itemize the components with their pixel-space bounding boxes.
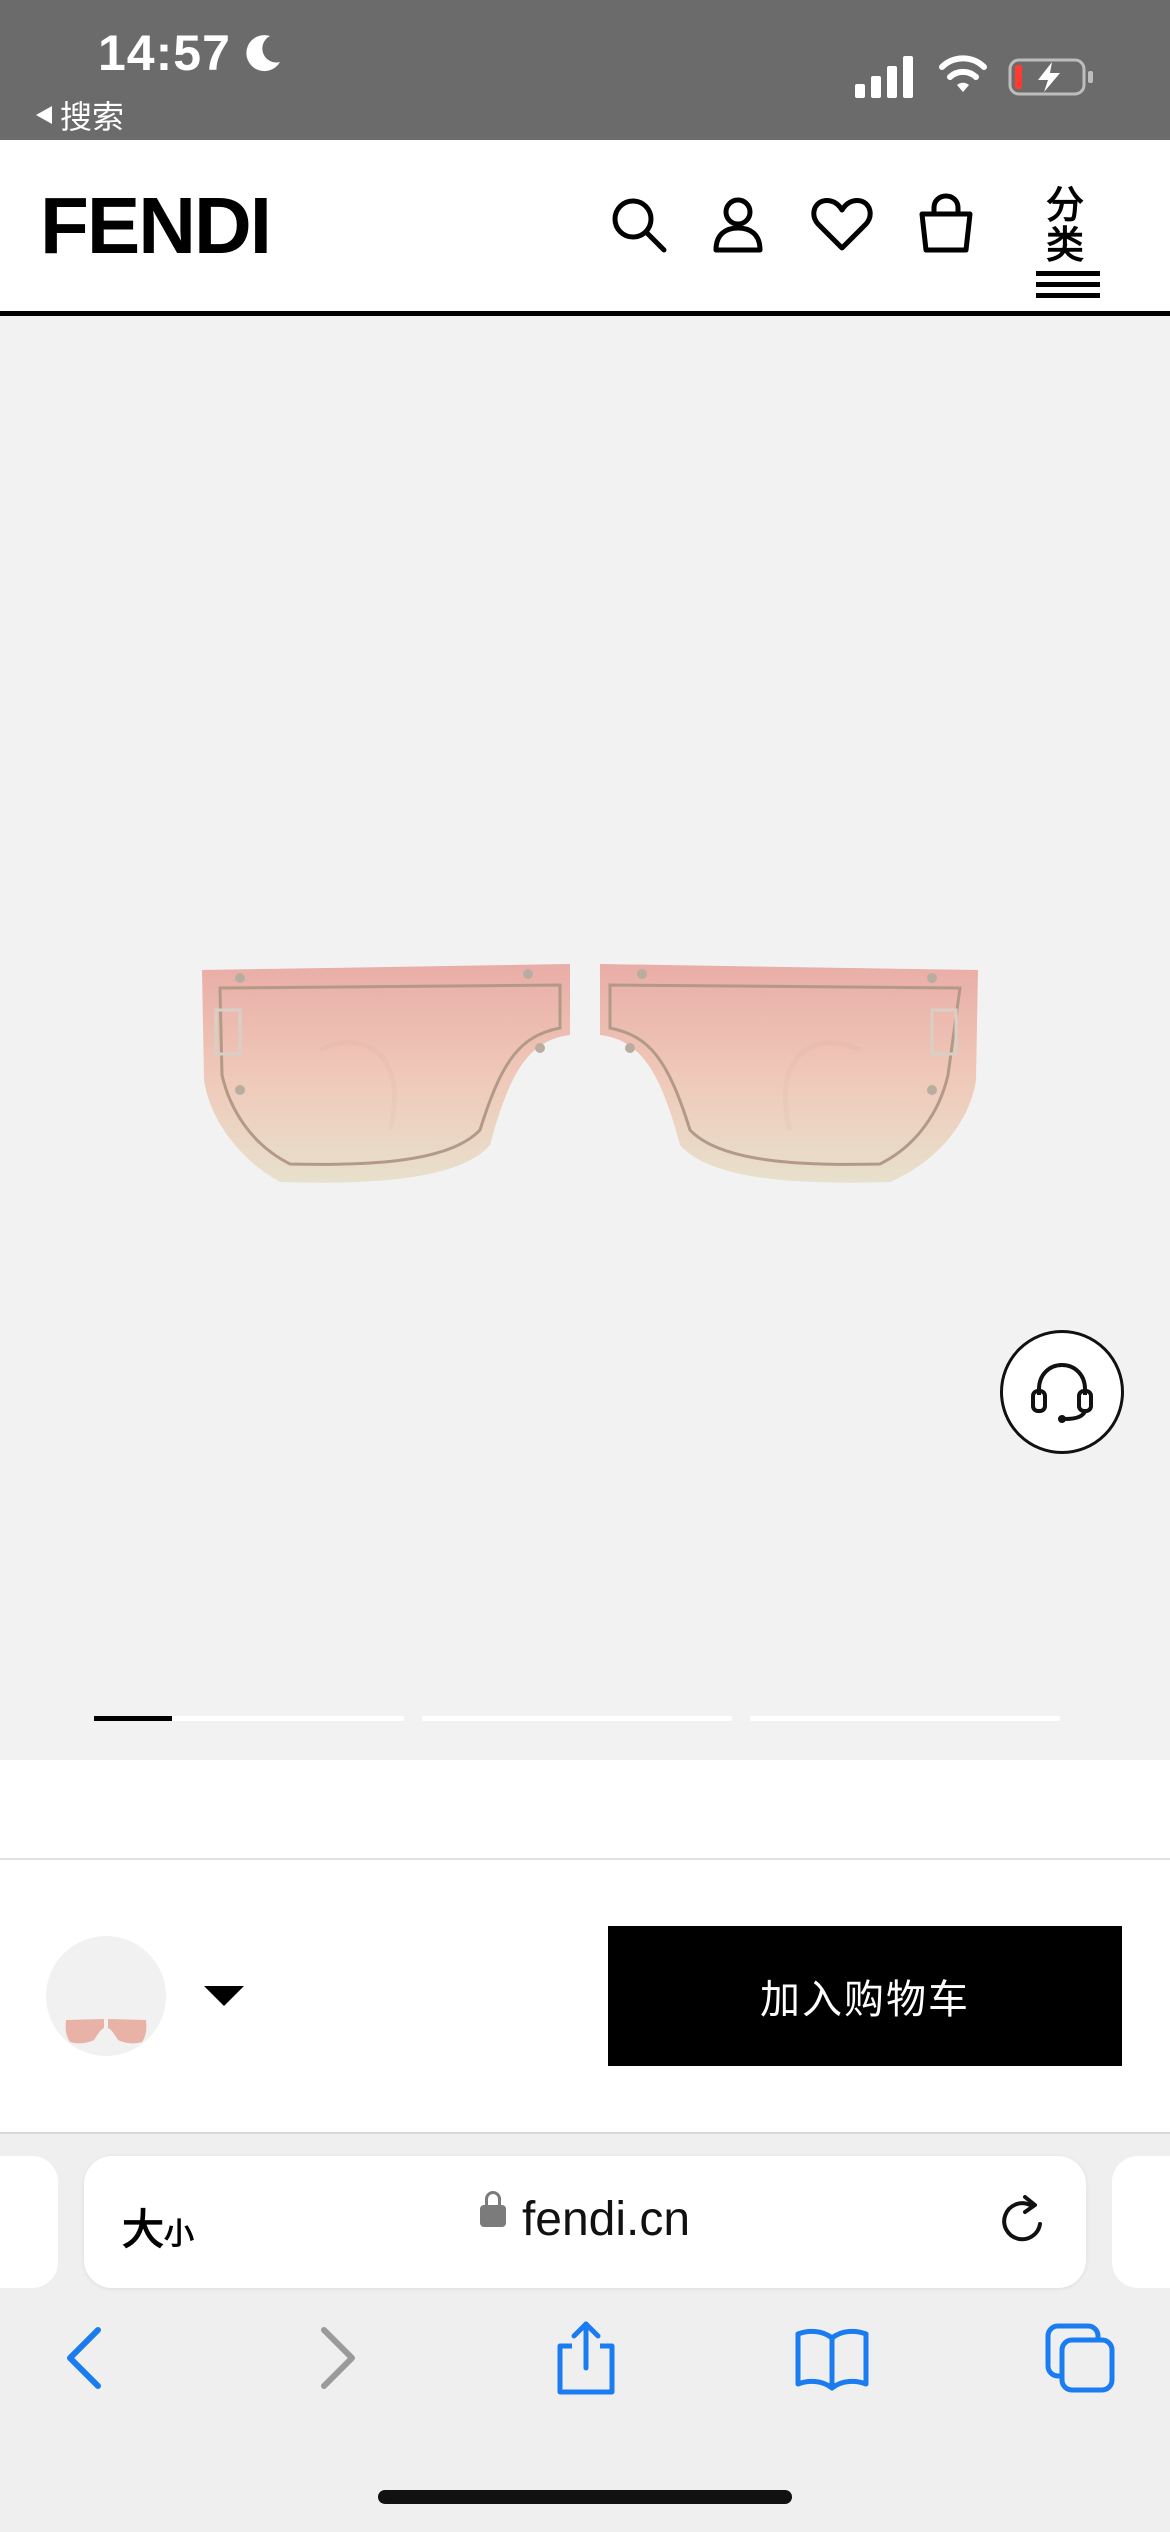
- share-icon[interactable]: [546, 2318, 626, 2398]
- heart-icon[interactable]: [810, 192, 874, 256]
- headset-icon: [1031, 1362, 1093, 1423]
- forward-icon[interactable]: [296, 2318, 376, 2398]
- back-to-search[interactable]: 搜索: [36, 92, 124, 138]
- bag-icon[interactable]: [914, 192, 978, 256]
- reload-icon[interactable]: [992, 2190, 1054, 2252]
- next-tab-preview[interactable]: [1112, 2156, 1170, 2288]
- add-to-cart-button[interactable]: 加入购物车: [608, 1926, 1122, 2066]
- carousel-indicator-1[interactable]: [94, 1716, 404, 1721]
- moon-icon: [246, 35, 280, 72]
- variant-sunglasses-image: [65, 2019, 147, 2044]
- carousel-indicator-2[interactable]: [422, 1716, 732, 1721]
- url-field[interactable]: fendi.cn: [84, 2191, 1086, 2247]
- back-triangle-icon: [36, 106, 52, 124]
- status-time: 14:57: [98, 25, 231, 81]
- battery-charging-icon: [1008, 58, 1093, 96]
- customer-support-button[interactable]: [1000, 1330, 1124, 1454]
- back-label: 搜索: [60, 99, 125, 135]
- variant-thumbnail[interactable]: [46, 1936, 166, 2056]
- account-icon[interactable]: [706, 192, 770, 256]
- caret-down-icon[interactable]: [204, 1986, 244, 2006]
- previous-tab-preview[interactable]: [0, 2156, 58, 2288]
- category-menu-button[interactable]: 分类: [1030, 186, 1100, 298]
- fendi-logo[interactable]: FENDI: [40, 180, 272, 272]
- signal-icon: [855, 56, 913, 98]
- home-indicator: [378, 2490, 792, 2504]
- status-bar: 14:57 搜索: [0, 0, 1170, 140]
- product-sunglasses-image: [202, 964, 978, 1183]
- divider: [0, 1858, 1170, 1860]
- wifi-icon: [939, 55, 987, 92]
- lock-icon: [479, 2191, 506, 2228]
- menu-lines-icon: [1030, 271, 1100, 298]
- search-icon[interactable]: [606, 192, 670, 256]
- back-icon[interactable]: [46, 2318, 126, 2398]
- url-text: fendi.cn: [521, 2193, 691, 2246]
- category-menu-label: 分类: [1045, 185, 1084, 267]
- carousel-indicator-active: [94, 1716, 172, 1721]
- tabs-icon[interactable]: [1040, 2318, 1120, 2398]
- bookmarks-icon[interactable]: [792, 2318, 872, 2398]
- carousel-indicator-3[interactable]: [750, 1716, 1060, 1721]
- address-bar[interactable]: 大小 fendi.cn: [84, 2156, 1086, 2288]
- site-header: FENDI 分类: [0, 140, 1170, 316]
